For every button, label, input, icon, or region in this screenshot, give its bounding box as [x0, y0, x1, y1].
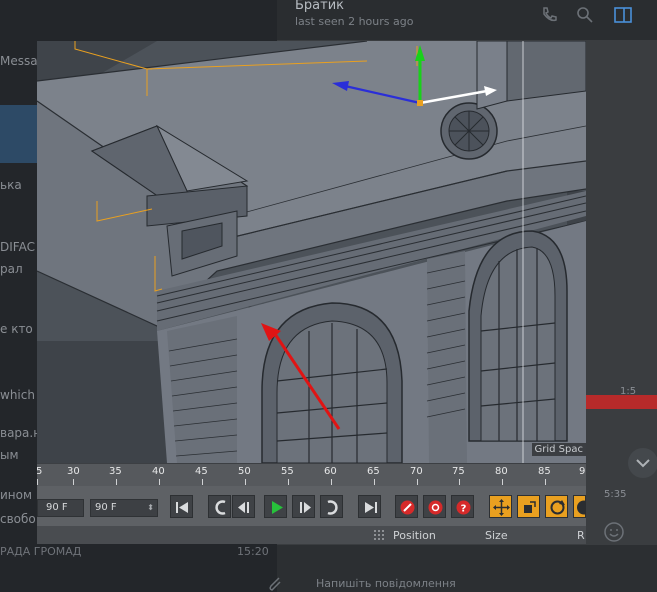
- phone-icon[interactable]: [540, 6, 558, 24]
- autokey-icon: [428, 500, 443, 515]
- chat-list-item[interactable]: ька: [0, 178, 22, 192]
- chat-list-item[interactable]: е кто: [0, 322, 33, 336]
- previous-key-button[interactable]: [208, 495, 231, 518]
- parameter-button[interactable]: [573, 495, 586, 518]
- record-icon: [400, 500, 415, 515]
- message-highlight: [586, 395, 657, 409]
- next-frame-icon: [300, 502, 311, 513]
- play-forward-button[interactable]: [264, 495, 287, 518]
- rotation-column-label: R: [577, 529, 585, 542]
- timeline-tick-label: 85: [538, 466, 551, 477]
- go-to-end-icon: [365, 502, 377, 513]
- next-key-button[interactable]: [320, 495, 343, 518]
- chat-list-item[interactable]: рал: [0, 262, 23, 276]
- chat-list-item[interactable]: свобо: [0, 512, 36, 526]
- timeline-tick-label: 9: [579, 466, 586, 477]
- 3d-viewport[interactable]: Grid Spac: [37, 41, 586, 463]
- parameter-icon: [577, 500, 586, 515]
- grid-spacing-label: Grid Spac: [531, 443, 586, 456]
- position-column-label: Position: [393, 529, 436, 542]
- peer-status: last seen 2 hours ago: [295, 15, 414, 28]
- chat-list-item[interactable]: РАДА ГРОМАД: [0, 545, 81, 558]
- help-icon: ?: [456, 500, 471, 515]
- keyframe-selection-button[interactable]: ?: [451, 495, 474, 518]
- timeline-ruler[interactable]: 5 30 35 40 45 50 55 60 65 70 75 80 85 9: [37, 463, 586, 486]
- chat-list-item[interactable]: ином: [0, 488, 32, 502]
- next-key-icon: [327, 500, 338, 515]
- record-active-objects-button[interactable]: [395, 495, 418, 518]
- timeline-tick-label: 45: [195, 466, 208, 477]
- previous-frame-icon: [238, 502, 249, 513]
- rotate-icon: [550, 500, 565, 515]
- timeline-tick-label: 75: [452, 466, 465, 477]
- timeline-tick-label: 65: [367, 466, 380, 477]
- timeline-tick-label: 5: [37, 466, 43, 477]
- autokeying-button[interactable]: [423, 495, 446, 518]
- scale-icon: [524, 501, 536, 513]
- previous-key-icon: [215, 500, 226, 515]
- end-frame-field[interactable]: 90 F ⬍: [90, 499, 158, 517]
- playback-controls: 90 F 90 F ⬍ ?: [37, 486, 586, 526]
- chevron-down-icon: [636, 459, 650, 468]
- timeline-tick-label: 35: [109, 466, 122, 477]
- rotate-tool-button[interactable]: [545, 495, 568, 518]
- sidebar-toggle-icon[interactable]: [614, 6, 632, 24]
- grip-icon: [374, 530, 384, 540]
- chat-list-item[interactable]: ым: [0, 448, 19, 462]
- attach-icon[interactable]: [266, 575, 284, 592]
- timeline-tick-label: 50: [238, 466, 251, 477]
- play-icon: [272, 501, 283, 514]
- previous-frame-button[interactable]: [232, 495, 255, 518]
- move-arrows-icon: [493, 499, 510, 516]
- building-model: [37, 41, 586, 463]
- chat-list-item[interactable]: DIFAC: [0, 240, 35, 254]
- cinema4d-window: Grid Spac 5 30 35 40 45 50 55 60 65 70 7…: [37, 41, 586, 544]
- chat-list-item[interactable]: вара.н: [0, 426, 41, 440]
- svg-text:?: ?: [461, 504, 467, 515]
- peer-name[interactable]: Братик: [295, 0, 344, 13]
- size-column-label: Size: [485, 529, 508, 542]
- chat-list-item[interactable]: which: [0, 388, 35, 402]
- chat-time: 15:20: [237, 545, 269, 558]
- next-frame-button[interactable]: [292, 495, 315, 518]
- scroll-down-button[interactable]: [628, 448, 657, 478]
- timeline-tick-label: 30: [67, 466, 80, 477]
- go-to-start-icon: [176, 502, 188, 513]
- timeline-tick-label: 80: [495, 466, 508, 477]
- go-to-start-button[interactable]: [170, 495, 193, 518]
- timeline-tick-label: 60: [324, 466, 337, 477]
- move-tool-button[interactable]: [489, 495, 512, 518]
- message-time: 5:35: [604, 489, 627, 500]
- message-input[interactable]: Напишіть повідомлення: [316, 577, 456, 590]
- current-frame-field[interactable]: 90 F: [37, 499, 84, 517]
- chat-list-item[interactable]: Messa: [0, 54, 38, 68]
- search-icon[interactable]: [576, 6, 594, 24]
- coordinates-header: Position Size R: [37, 526, 586, 544]
- timeline-tick-label: 40: [152, 466, 165, 477]
- timeline-tick-label: 55: [281, 466, 294, 477]
- timeline-tick-label: 70: [410, 466, 423, 477]
- emoji-icon[interactable]: [602, 520, 626, 544]
- stepper-arrows-icon[interactable]: ⬍: [147, 500, 154, 516]
- go-to-end-button[interactable]: [358, 495, 381, 518]
- scale-tool-button[interactable]: [517, 495, 540, 518]
